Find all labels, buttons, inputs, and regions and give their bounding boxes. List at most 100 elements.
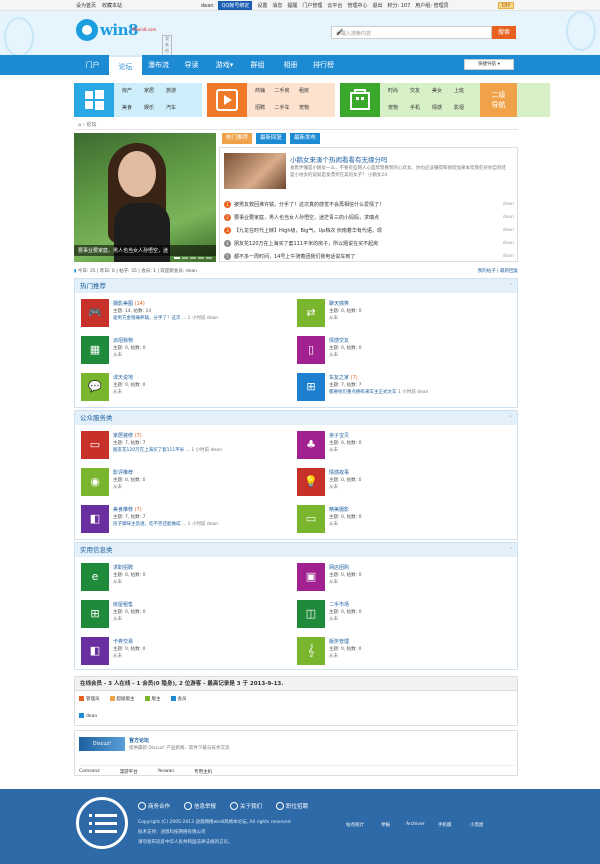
- favorite-link[interactable]: 收藏本站: [102, 2, 122, 9]
- news-item[interactable]: 1 被男友救回沸许辕，分手了！这次真的感觉不会再相信什么爱情了！ dean: [224, 200, 514, 210]
- news-title[interactable]: 【九龙在时代上映】High级，Big气，Up档次 侦南着华有代语，现: [234, 228, 382, 234]
- tile-link[interactable]: 上班: [448, 83, 470, 100]
- link-title[interactable]: 官方论坛: [129, 737, 149, 744]
- search-input[interactable]: 请输入搜索内容 🎤: [331, 26, 492, 39]
- forum-name[interactable]: 精美摄影: [329, 506, 349, 513]
- image-slider[interactable]: 要事业要家庭，男人也当女人孙悟空，迷: [74, 133, 216, 262]
- tile-link[interactable]: 家居: [138, 83, 160, 100]
- nav-item-portal[interactable]: 门户: [76, 55, 109, 75]
- forum-name[interactable]: 版务管理: [329, 638, 349, 645]
- home-icon[interactable]: ⌂: [78, 122, 81, 128]
- points-link[interactable]: 积分: 107: [387, 2, 410, 9]
- section-title[interactable]: 公众服务类: [80, 414, 113, 422]
- tile-link[interactable]: 商铺: [249, 83, 271, 100]
- footer-link-archiver[interactable]: Archiver: [406, 822, 425, 827]
- forum-icon[interactable]: 🎮: [81, 299, 109, 327]
- footer-jobs-button[interactable]: 职位招聘: [276, 802, 308, 810]
- forum-last-post[interactable]: 从未: [329, 616, 338, 622]
- forum-last-post[interactable]: 房子摩味主急透，吃不完还能做成 ... 1 小时前 dean: [113, 521, 218, 527]
- footer-link-stats[interactable]: 站点统计: [346, 822, 364, 828]
- news-author[interactable]: dean: [503, 226, 514, 236]
- news-title[interactable]: 都不多一周时间，14号上午骑着团我们我电话说车到了: [234, 254, 355, 260]
- forum-icon[interactable]: 💡: [297, 468, 325, 496]
- usergroup-link[interactable]: 用户组: 管理员: [415, 2, 448, 9]
- microphone-icon[interactable]: 🎤: [336, 29, 488, 36]
- forum-last-post[interactable]: 从未: [329, 521, 338, 527]
- online-username[interactable]: dean: [86, 714, 97, 719]
- forum-icon[interactable]: ♣: [297, 431, 325, 459]
- news-title[interactable]: 要事业要家庭，男人也当女人孙悟空，迷茫青三的小妈妈，求瑞点: [234, 215, 379, 221]
- secondary-nav-tile[interactable]: 二级 导航: [480, 83, 517, 117]
- forum-name[interactable]: 情感故事: [329, 469, 349, 476]
- footer-link-report[interactable]: 举报: [381, 822, 390, 828]
- nav-item-forum[interactable]: 论坛: [109, 55, 142, 75]
- forum-name[interactable]: 情感交友: [329, 337, 349, 344]
- nav-item-groups[interactable]: 群组: [241, 55, 274, 75]
- tile-link[interactable]: 情感: [426, 100, 448, 117]
- forum-icon[interactable]: ⊞: [297, 373, 325, 401]
- news-item[interactable]: 3 【九龙在时代上映】High级，Big气，Up档次 侦南着华有代语，现 dean: [224, 226, 514, 236]
- topbar-link-4[interactable]: 云平台: [327, 2, 342, 9]
- forum-last-post[interactable]: 从未: [329, 653, 338, 659]
- tab-hot[interactable]: 热门推荐: [222, 133, 253, 144]
- news-item[interactable]: 5 都不多一周时间，14号上午骑着团我们我电话说车到了 dean: [224, 252, 514, 262]
- forum-icon[interactable]: ▯: [297, 336, 325, 364]
- news-author[interactable]: dean: [503, 239, 514, 249]
- forum-last-post[interactable]: 从未: [329, 315, 338, 321]
- tab-latest-reply[interactable]: 最新回复: [256, 133, 287, 144]
- forum-name[interactable]: 网店团购: [329, 564, 349, 571]
- forum-icon[interactable]: ▭: [297, 505, 325, 533]
- nav-item-album[interactable]: 相册: [274, 55, 307, 75]
- collapse-icon[interactable]: ⌃: [509, 411, 513, 425]
- windows-icon[interactable]: [74, 83, 114, 117]
- news-author[interactable]: dean: [503, 213, 514, 223]
- tile-link[interactable]: 旅游: [160, 83, 182, 100]
- forum-last-post[interactable]: 从未: [113, 389, 122, 395]
- news-author[interactable]: dean: [503, 200, 514, 210]
- section-header[interactable]: 热门推荐 ⌃: [75, 279, 517, 293]
- collapse-icon[interactable]: ⌃: [509, 543, 513, 557]
- friend-link[interactable]: 漫游平台: [120, 769, 138, 775]
- tile-link[interactable]: 宠物: [293, 100, 315, 117]
- slider-caption[interactable]: 要事业要家庭，男人也当女人孙悟空，迷: [74, 245, 216, 256]
- forum-last-post[interactable]: 从未: [329, 352, 338, 358]
- topbar-link-3[interactable]: 门户管理: [302, 2, 322, 9]
- stats-links[interactable]: 我的帖子 | 最新回复: [478, 268, 518, 274]
- discuz-logo[interactable]: Discuz!: [79, 737, 125, 751]
- forum-name[interactable]: 谍天说地: [113, 374, 133, 381]
- news-item[interactable]: 2 要事业要家庭，男人也当女人孙悟空，迷茫青三的小妈妈，求瑞点 dean: [224, 213, 514, 223]
- forum-icon[interactable]: ◧: [81, 505, 109, 533]
- forum-last-post[interactable]: 从未: [329, 484, 338, 490]
- forum-last-post[interactable]: 从未: [329, 447, 338, 453]
- forum-last-post[interactable]: 从未: [113, 616, 122, 622]
- forum-name[interactable]: 求职招聘: [113, 564, 133, 571]
- tile-link[interactable]: 时尚: [382, 83, 404, 100]
- topbar-link-0[interactable]: 设置: [257, 2, 267, 9]
- tile-link[interactable]: 美食: [116, 100, 138, 117]
- forum-last-post[interactable]: 朋友花120万在上海买了套111平米 ... 1 小时前 dean: [113, 447, 222, 453]
- online-header[interactable]: 在线会员 - 3 人在线 - 1 会员(0 隐身), 2 位游客 - 最高记录是…: [75, 677, 517, 691]
- topbar-link-2[interactable]: 提醒: [287, 2, 297, 9]
- tile-link[interactable]: 租房: [293, 83, 315, 100]
- friend-link[interactable]: Comsenz: [79, 769, 100, 775]
- qq-bind-button[interactable]: QQ帐号绑定: [218, 1, 253, 10]
- media-icon[interactable]: [207, 83, 247, 117]
- tile-link[interactable]: 影视: [448, 100, 470, 117]
- site-logo[interactable]: win8 99win8.com 我来给你吧: [76, 19, 172, 67]
- news-title[interactable]: 被男友救回沸许辕，分手了！这次真的感觉不会再相信什么爱情了！: [234, 202, 384, 208]
- forum-name[interactable]: 摄影美图 (14): [113, 300, 145, 307]
- forum-last-post[interactable]: 从未: [113, 484, 122, 490]
- forum-icon[interactable]: ▭: [81, 431, 109, 459]
- friend-link[interactable]: 专用主机: [194, 769, 212, 775]
- forum-last-post[interactable]: 从未: [329, 579, 338, 585]
- section-title[interactable]: 热门推荐: [80, 282, 106, 290]
- forum-name[interactable]: 影评推荐: [113, 469, 133, 476]
- tile-link[interactable]: 宠物: [382, 100, 404, 117]
- tile-link[interactable]: 手机: [404, 100, 426, 117]
- tile-link[interactable]: 娱乐: [138, 100, 160, 117]
- collapse-icon[interactable]: ⌃: [509, 279, 513, 293]
- forum-name[interactable]: 亲子宝贝: [329, 432, 349, 439]
- footer-link-mobile[interactable]: 手机版: [438, 822, 452, 828]
- tile-link[interactable]: 美女: [426, 83, 448, 100]
- forum-icon[interactable]: ◉: [81, 468, 109, 496]
